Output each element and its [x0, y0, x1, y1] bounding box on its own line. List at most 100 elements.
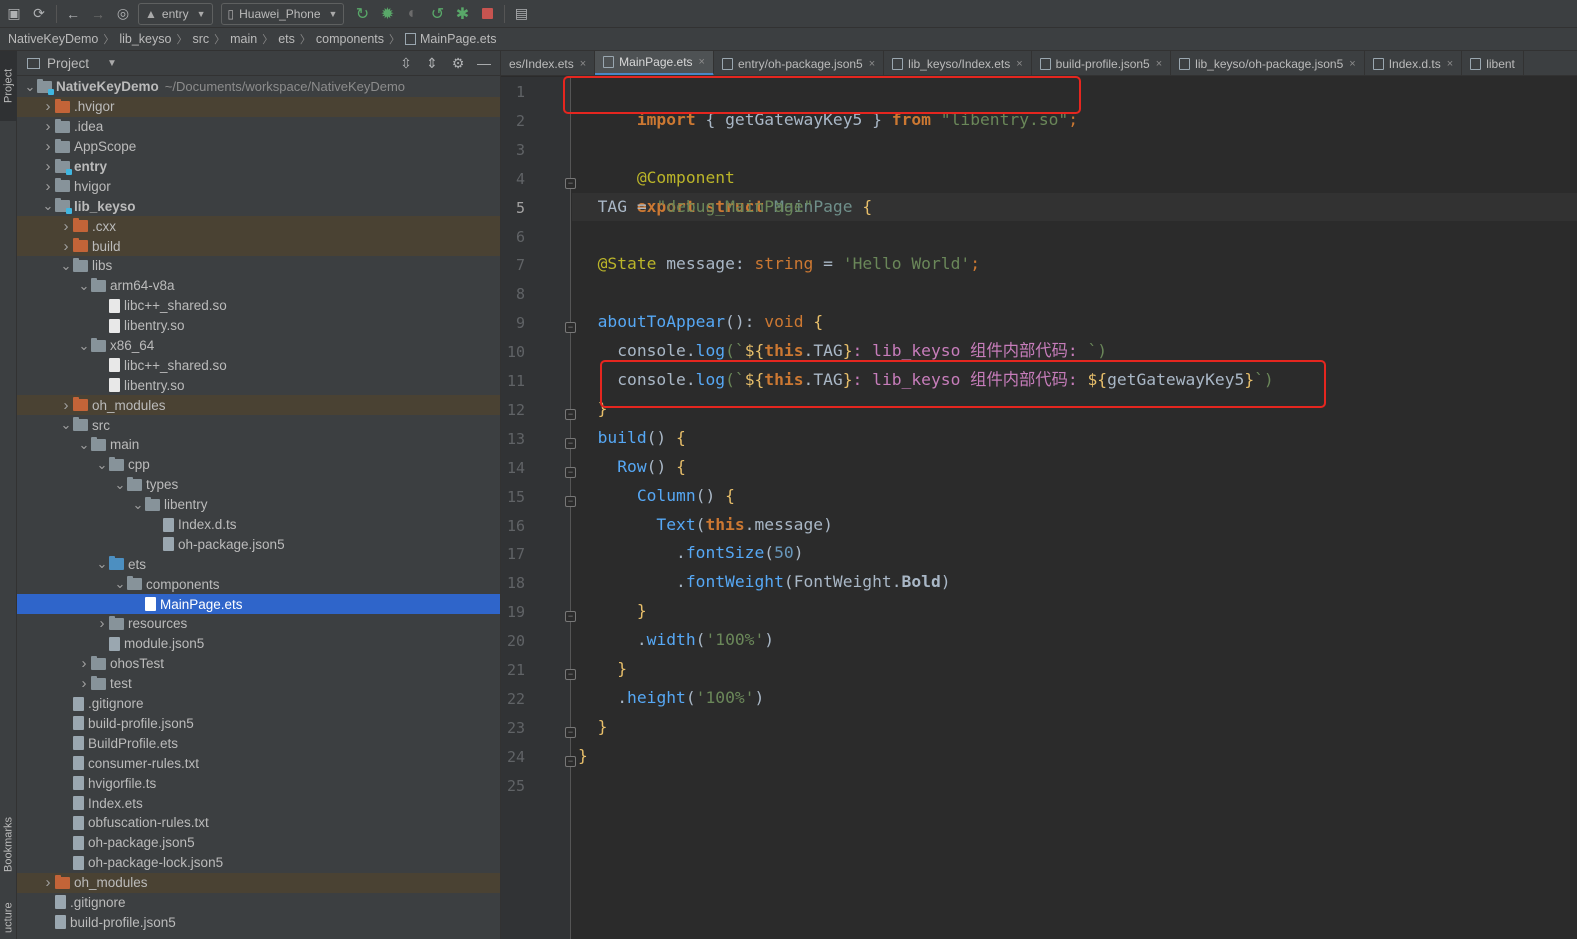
editor-tab[interactable]: entry/oh-package.json5 ×: [714, 51, 885, 75]
stop-icon[interactable]: [477, 4, 497, 24]
editor-tab[interactable]: lib_keyso/Index.ets ×: [884, 51, 1032, 75]
editor-tab[interactable]: build-profile.json5 ×: [1032, 51, 1172, 75]
chevron-down-icon[interactable]: ⌄: [59, 418, 73, 431]
tree-item[interactable]: ⌄ ets: [17, 554, 500, 574]
sync-icon[interactable]: ⟳: [29, 4, 49, 24]
tree-item[interactable]: oh-package.json5: [17, 833, 500, 853]
breadcrumb-item[interactable]: NativeKeyDemo: [8, 32, 98, 46]
forward-arrow-icon[interactable]: →: [88, 4, 108, 24]
editor-tab[interactable]: lib_keyso/oh-package.json5 ×: [1171, 51, 1365, 75]
close-icon[interactable]: ×: [580, 58, 586, 70]
chevron-down-icon[interactable]: ⌄: [113, 577, 127, 590]
breadcrumb-item[interactable]: src: [192, 32, 209, 46]
chevron-right-icon[interactable]: ›: [41, 118, 55, 135]
close-icon[interactable]: ×: [1349, 58, 1355, 70]
tree-item[interactable]: libentry.so: [17, 375, 500, 395]
chevron-down-icon[interactable]: ⌄: [23, 80, 37, 93]
close-icon[interactable]: ×: [1447, 58, 1453, 70]
collapse-all-icon[interactable]: ⇕: [422, 54, 442, 72]
tree-item[interactable]: ⌄ libentry: [17, 495, 500, 515]
module-select[interactable]: ▲ entry ▼: [138, 2, 213, 25]
close-icon[interactable]: ×: [1156, 58, 1162, 70]
tree-item[interactable]: Index.ets: [17, 793, 500, 813]
tree-item[interactable]: .gitignore: [17, 893, 500, 913]
tree-item[interactable]: › ohosTest: [17, 654, 500, 674]
breadcrumb-item[interactable]: lib_keyso: [119, 32, 171, 46]
save-all-icon[interactable]: ▣: [4, 4, 24, 24]
tree-item[interactable]: oh-package-lock.json5: [17, 853, 500, 873]
tree-item[interactable]: › resources: [17, 614, 500, 634]
editor-tab[interactable]: Index.d.ts ×: [1365, 51, 1463, 75]
structure-tool-tab[interactable]: ucture: [0, 896, 17, 939]
close-icon[interactable]: ×: [869, 58, 875, 70]
tree-item[interactable]: ⌄ main: [17, 435, 500, 455]
tree-item[interactable]: › .cxx: [17, 216, 500, 237]
editor-tab[interactable]: libent: [1462, 51, 1524, 75]
tree-item[interactable]: ⌄ src: [17, 415, 500, 435]
chevron-right-icon[interactable]: ›: [95, 615, 109, 632]
chevron-down-icon[interactable]: ⌄: [41, 199, 55, 212]
breadcrumb-item[interactable]: components: [316, 32, 384, 46]
device-manager-icon[interactable]: ▤: [511, 4, 531, 24]
debug-bug-icon[interactable]: ✹: [377, 4, 397, 24]
project-tool-tab[interactable]: Project: [0, 51, 17, 121]
tree-item[interactable]: › test: [17, 674, 500, 694]
chevron-down-icon[interactable]: ⌄: [95, 458, 109, 471]
tree-item[interactable]: › oh_modules: [17, 395, 500, 416]
breadcrumb-item[interactable]: ets: [278, 32, 295, 46]
chevron-right-icon[interactable]: ›: [41, 178, 55, 195]
tree-item[interactable]: ⌄ x86_64: [17, 336, 500, 356]
editor-tab[interactable]: MainPage.ets ×: [595, 51, 714, 75]
chevron-down-icon[interactable]: ⌄: [113, 478, 127, 491]
close-icon[interactable]: ×: [1016, 58, 1022, 70]
breadcrumb-item[interactable]: MainPage.ets: [420, 32, 496, 46]
chevron-down-icon[interactable]: ⌄: [77, 279, 91, 292]
chevron-right-icon[interactable]: ›: [41, 138, 55, 155]
attach-debugger-icon[interactable]: ✱: [452, 4, 472, 24]
tree-item[interactable]: ⌄ NativeKeyDemo ~/Documents/workspace/Nati…: [17, 77, 500, 97]
gear-icon[interactable]: ⚙: [448, 54, 468, 72]
tree-item[interactable]: ⌄ components: [17, 574, 500, 594]
tree-item[interactable]: ⌄ lib_keyso: [17, 196, 500, 216]
chevron-down-icon[interactable]: ⌄: [95, 557, 109, 570]
tree-item[interactable]: › oh_modules: [17, 872, 500, 893]
tree-item[interactable]: oh-package.json5: [17, 534, 500, 554]
chevron-down-icon[interactable]: ⌄: [77, 438, 91, 451]
chevron-right-icon[interactable]: ›: [59, 238, 73, 255]
tree-item[interactable]: › .hvigor: [17, 96, 500, 117]
tree-item[interactable]: build-profile.json5: [17, 714, 500, 734]
tree-item[interactable]: Index.d.ts: [17, 515, 500, 535]
code-area[interactable]: import { getGatewayKey5 } from "libentry…: [563, 76, 1577, 939]
tree-item[interactable]: ⌄ types: [17, 475, 500, 495]
tree-item[interactable]: › .idea: [17, 117, 500, 137]
tree-item[interactable]: hvigorfile.ts: [17, 773, 500, 793]
apply-changes-icon[interactable]: ↺: [427, 4, 447, 24]
tree-item[interactable]: › entry: [17, 157, 500, 177]
chevron-right-icon[interactable]: ›: [41, 158, 55, 175]
chevron-right-icon[interactable]: ›: [59, 397, 73, 414]
expand-all-icon[interactable]: ⇳: [396, 54, 416, 72]
tree-item[interactable]: › AppScope: [17, 137, 500, 157]
chevron-down-icon[interactable]: ▼: [107, 58, 117, 69]
tree-item[interactable]: module.json5: [17, 634, 500, 654]
tree-item[interactable]: libc++_shared.so: [17, 296, 500, 316]
tree-item[interactable]: libc++_shared.so: [17, 355, 500, 375]
hide-panel-icon[interactable]: —: [474, 54, 494, 72]
tree-item[interactable]: consumer-rules.txt: [17, 753, 500, 773]
editor-tab[interactable]: es/Index.ets ×: [501, 51, 596, 75]
chevron-down-icon[interactable]: ⌄: [59, 259, 73, 272]
tree-item[interactable]: ⌄ cpp: [17, 455, 500, 475]
profile-icon[interactable]: ◐: [402, 4, 422, 24]
chevron-right-icon[interactable]: ›: [77, 675, 91, 692]
tree-item[interactable]: obfuscation-rules.txt: [17, 813, 500, 833]
tree-item[interactable]: MainPage.ets: [17, 594, 500, 615]
project-panel-title[interactable]: Project: [47, 56, 89, 71]
tree-item[interactable]: build-profile.json5: [17, 912, 500, 932]
rerun-icon[interactable]: ↻: [352, 4, 372, 24]
tree-item[interactable]: BuildProfile.ets: [17, 733, 500, 753]
chevron-right-icon[interactable]: ›: [41, 98, 55, 115]
back-arrow-icon[interactable]: ←: [63, 4, 83, 24]
close-icon[interactable]: ×: [699, 56, 705, 68]
tree-item[interactable]: › build: [17, 236, 500, 257]
chevron-right-icon[interactable]: ›: [59, 218, 73, 235]
